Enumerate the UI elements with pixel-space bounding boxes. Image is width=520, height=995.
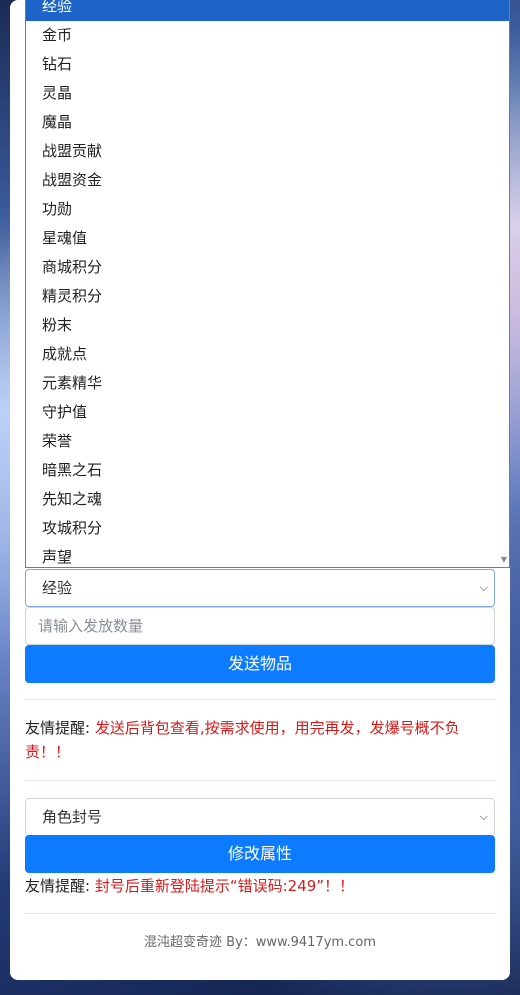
- chevron-down-icon: ⌵: [479, 581, 488, 594]
- modify-attribute-button[interactable]: 修改属性: [25, 835, 495, 873]
- item-type-select-value: 经验: [42, 579, 73, 597]
- dropdown-option[interactable]: 元素精华: [26, 369, 509, 398]
- item-dropdown-list[interactable]: 经验 金币 钻石 灵晶 魔晶 战盟贡献 战盟资金 功勋 星魂值 商城积分 精灵积分 粉末 成就点 元素精华…: [25, 0, 510, 568]
- dropdown-option[interactable]: 声望: [26, 543, 509, 567]
- chevron-down-icon[interactable]: ▼: [501, 555, 507, 564]
- dropdown-option[interactable]: 商城积分: [26, 253, 509, 282]
- attribute-select-value: 角色封号: [42, 808, 103, 826]
- divider: [25, 780, 495, 781]
- dropdown-option[interactable]: 暗黑之石: [26, 456, 509, 485]
- dropdown-option[interactable]: 功勋: [26, 195, 509, 224]
- dropdown-option[interactable]: 钻石: [26, 50, 509, 79]
- dropdown-option[interactable]: 精灵积分: [26, 282, 509, 311]
- attribute-select[interactable]: 角色封号 ⌵: [25, 798, 495, 836]
- reminder-send: 友情提醒: 发送后背包查看,按需求使用，用完再发，发爆号概不负责！！: [25, 716, 495, 764]
- quantity-input[interactable]: 请输入发放数量: [25, 607, 495, 645]
- divider: [25, 699, 495, 700]
- dropdown-option[interactable]: 粉末: [26, 311, 509, 340]
- reminder-text: 封号后重新登陆提示“错误码:249”！！: [94, 877, 355, 895]
- dropdown-option[interactable]: 金币: [26, 21, 509, 50]
- reminder-text: 发送后背包查看,按需求使用，用完再发，发爆号概不负责！！: [25, 719, 460, 761]
- dropdown-option[interactable]: 经验: [26, 0, 509, 21]
- reminder-label: 友情提醒:: [25, 877, 91, 895]
- dropdown-option[interactable]: 灵晶: [26, 79, 509, 108]
- dropdown-option[interactable]: 成就点: [26, 340, 509, 369]
- divider: [25, 913, 495, 914]
- item-type-select[interactable]: 经验 ⌵: [25, 569, 495, 607]
- reminder-ban: 友情提醒: 封号后重新登陆提示“错误码:249”！！: [25, 874, 495, 898]
- dropdown-option[interactable]: 魔晶: [26, 108, 509, 137]
- dropdown-option[interactable]: 荣誉: [26, 427, 509, 456]
- footer-credit: 混沌超变奇迹 By：www.9417ym.com: [144, 935, 376, 950]
- chevron-down-icon: ⌵: [479, 810, 488, 823]
- dropdown-option[interactable]: 攻城积分: [26, 514, 509, 543]
- dropdown-option[interactable]: 战盟贡献: [26, 137, 509, 166]
- dropdown-option[interactable]: 星魂值: [26, 224, 509, 253]
- reminder-label: 友情提醒:: [25, 719, 91, 737]
- dropdown-option[interactable]: 守护值: [26, 398, 509, 427]
- dropdown-option[interactable]: 战盟资金: [26, 166, 509, 195]
- send-item-button[interactable]: 发送物品: [25, 645, 495, 683]
- dropdown-option[interactable]: 先知之魂: [26, 485, 509, 514]
